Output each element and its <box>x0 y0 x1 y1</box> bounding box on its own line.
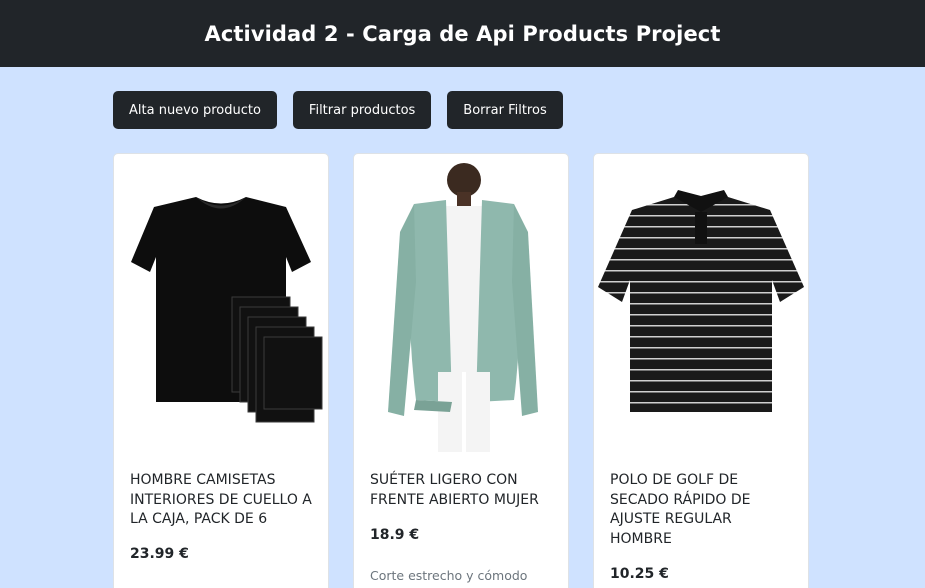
product-title: Suéter ligero con frente abierto mujer <box>370 472 539 508</box>
product-price: 23.99 € <box>130 546 189 562</box>
product-price: 10.25 € <box>610 566 669 582</box>
product-image-polo <box>598 190 804 412</box>
product-price: 18.9 € <box>370 527 420 543</box>
product-image-cardigan <box>388 163 538 452</box>
product-card[interactable]: Polo de golf de secado rápido de ajuste … <box>593 153 809 588</box>
add-product-button[interactable]: Alta nuevo producto <box>113 91 277 129</box>
clear-filters-button[interactable]: Borrar Filtros <box>447 91 563 129</box>
product-card[interactable]: Hombre Camisetas interiores de cuello a … <box>113 153 329 588</box>
toolbar: Alta nuevo producto Filtrar productos Bo… <box>113 91 563 129</box>
product-image-tshirts <box>131 197 323 423</box>
product-title: Polo de golf de secado rápido de ajuste … <box>610 472 751 547</box>
page-title: Actividad 2 - Carga de Api Products Proj… <box>204 21 721 46</box>
product-card[interactable]: Suéter ligero con frente abierto mujer 1… <box>353 153 569 588</box>
product-description: Corte estrecho y cómodo <box>370 568 528 583</box>
filter-products-button[interactable]: Filtrar productos <box>292 91 432 129</box>
product-title: Hombre Camisetas interiores de cuello a … <box>130 472 312 527</box>
app-header: Actividad 2 - Carga de Api Products Proj… <box>0 0 925 67</box>
